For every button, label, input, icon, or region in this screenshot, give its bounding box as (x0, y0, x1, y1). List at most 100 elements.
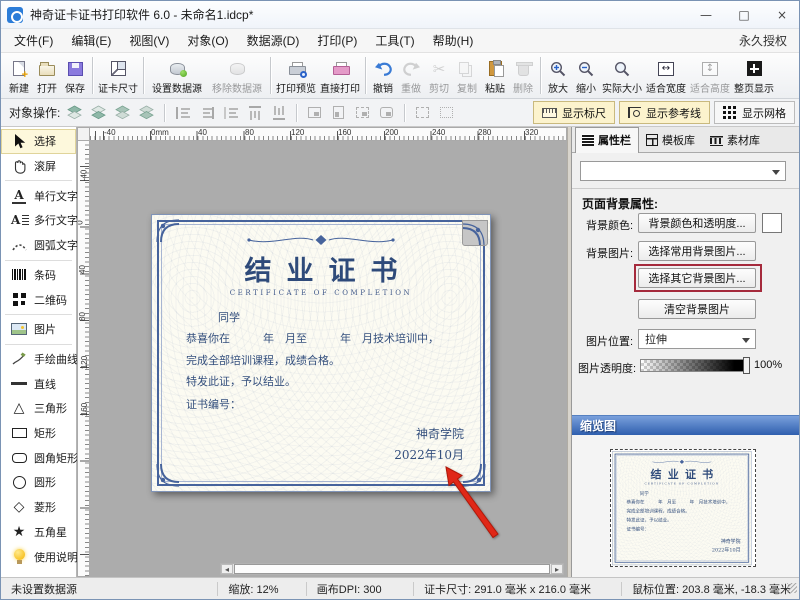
open-button[interactable]: 打开 (33, 53, 61, 98)
menu-file[interactable]: 文件(F) (5, 29, 62, 52)
window-title: 神奇证卡证书打印软件 6.0 - 未命名1.idcp* (30, 6, 253, 23)
certificate-number-label: 证书编号： (186, 394, 470, 415)
card-size-button[interactable]: 证卡尺寸 (96, 53, 140, 98)
tool-multi-line-text[interactable]: A多行文字 (1, 208, 76, 233)
template-icon (646, 134, 658, 146)
menu-edit[interactable]: 编辑(E) (62, 29, 120, 52)
tab-template-library[interactable]: 模板库 (639, 127, 703, 152)
scroll-left-icon[interactable]: ◂ (221, 564, 233, 574)
menu-print[interactable]: 打印(P) (308, 29, 366, 52)
tool-freehand-curve[interactable]: 手绘曲线 (1, 347, 76, 372)
thumbnail-area: 结业证书 CERTIFICATE OF COMPLETION 同学 恭喜你在 年… (572, 435, 800, 577)
set-datasource-button[interactable]: 设置数据源 (147, 53, 207, 98)
tool-palette: 选择 滚屏 A单行文字 A多行文字 圆弧文字 条码 二维码 图片 手绘曲线 直线… (1, 127, 77, 577)
cut-button: ✂剪切 (425, 53, 453, 98)
menu-datasource[interactable]: 数据源(D) (238, 29, 309, 52)
menu-help[interactable]: 帮助(H) (424, 29, 483, 52)
lightbulb-icon (9, 549, 29, 564)
zoom-out-icon (578, 60, 594, 78)
bg-color-button[interactable]: 背景颜色和透明度... (638, 213, 756, 233)
toolbar-separator (365, 57, 366, 94)
tool-diamond[interactable]: ◇菱形 (1, 495, 76, 520)
tool-select[interactable]: 选择 (1, 129, 76, 154)
tool-barcode[interactable]: 条码 (1, 262, 76, 287)
new-button[interactable]: 新建 (5, 53, 33, 98)
design-canvas[interactable]: 结业证书 CERTIFICATE OF COMPLETION 同学 恭喜你在 年… (90, 141, 567, 577)
actual-size-icon (614, 60, 630, 78)
tool-star[interactable]: ★五角星 (1, 519, 76, 544)
opacity-slider[interactable] (640, 359, 748, 372)
grid-icon (723, 106, 726, 109)
tool-pan[interactable]: 滚屏 (1, 154, 76, 179)
horizontal-scrollbar[interactable]: ◂ ▸ (220, 563, 564, 575)
rounded-rectangle-icon (9, 453, 29, 463)
direct-print-button[interactable]: 直接打印 (318, 53, 362, 98)
zoom-out-button[interactable]: 缩小 (572, 53, 600, 98)
tool-qrcode[interactable]: 二维码 (1, 287, 76, 312)
resize-grip[interactable] (787, 583, 797, 593)
tool-rounded-rectangle[interactable]: 圆角矩形 (1, 445, 76, 470)
triangle-icon: △ (9, 401, 29, 415)
menu-tools[interactable]: 工具(T) (366, 29, 423, 52)
maximize-button[interactable]: □ (725, 1, 763, 29)
close-button[interactable]: × (763, 1, 800, 29)
scrollbar-thumb[interactable] (234, 564, 550, 574)
tool-triangle[interactable]: △三角形 (1, 396, 76, 421)
opacity-value: 100% (754, 359, 782, 371)
certificate-page[interactable]: 结业证书 CERTIFICATE OF COMPLETION 同学 恭喜你在 年… (151, 214, 491, 492)
fit-height-button: ↕适合高度 (688, 53, 732, 98)
save-button[interactable]: 保存 (61, 53, 89, 98)
menu-object[interactable]: 对象(O) (178, 29, 237, 52)
full-page-button[interactable]: 整页显示 (732, 53, 776, 98)
bg-color-swatch[interactable] (762, 213, 782, 233)
thumbnail-certificate: 结业证书 CERTIFICATE OF COMPLETION 同学 恭喜你在 年… (612, 451, 751, 565)
rectangle-icon (9, 428, 29, 438)
thumbnail-header: 缩览图 (572, 415, 800, 435)
undo-button[interactable]: 撤销 (369, 53, 397, 98)
bring-front-icon (65, 104, 84, 122)
tool-line[interactable]: 直线 (1, 371, 76, 396)
bg-clear-button[interactable]: 清空背景图片 (638, 299, 756, 319)
show-ruler-toggle[interactable]: 显示标尺 (533, 101, 615, 124)
database-remove-icon (230, 60, 245, 78)
certificate-line: 完成全部培训课程，成绩合格。 (186, 350, 470, 371)
toolbar-separator (296, 104, 297, 122)
tool-image[interactable]: 图片 (1, 317, 76, 342)
object-selector-dropdown[interactable] (580, 161, 786, 181)
tab-material-library[interactable]: 素材库 (703, 127, 768, 152)
scissors-icon: ✂ (433, 60, 446, 78)
page-thumbnail[interactable]: 结业证书 CERTIFICATE OF COMPLETION 同学 恭喜你在 年… (610, 449, 756, 567)
zoom-in-button[interactable]: 放大 (544, 53, 572, 98)
toolbar-separator (270, 57, 271, 94)
database-icon (170, 60, 185, 78)
show-grid-toggle[interactable]: 显示网格 (714, 101, 795, 124)
bg-other-image-button[interactable]: 选择其它背景图片... (638, 268, 756, 288)
minimize-button[interactable]: — (687, 1, 725, 29)
zoom-in-icon (550, 60, 566, 78)
menu-view[interactable]: 视图(V) (120, 29, 178, 52)
line-icon (9, 382, 29, 385)
actual-size-button[interactable]: 实际大小 (600, 53, 644, 98)
print-preview-button[interactable]: 打印预览 (274, 53, 318, 98)
image-position-dropdown[interactable]: 拉伸 (638, 329, 756, 349)
tool-rectangle[interactable]: 矩形 (1, 421, 76, 446)
toolbar-separator (164, 104, 165, 122)
section-title: 页面背景属性: (582, 195, 658, 212)
app-icon (7, 7, 23, 23)
tool-arc-text[interactable]: 圆弧文字 (1, 233, 76, 258)
diamond-icon: ◇ (9, 500, 29, 514)
main-toolbar: 新建 打开 保存 证卡尺寸 设置数据源 移除数据源 打印预览 直接打印 撤销 重… (1, 53, 800, 99)
redo-arrow-icon (402, 60, 421, 78)
show-guides-toggle[interactable]: 显示参考线 (619, 101, 710, 124)
scroll-right-icon[interactable]: ▸ (551, 564, 563, 574)
ruler-corner (77, 127, 90, 141)
slider-handle[interactable] (743, 357, 750, 374)
bg-common-image-button[interactable]: 选择常用背景图片... (638, 241, 756, 261)
window-controls: — □ × (687, 1, 800, 29)
tool-circle[interactable]: 圆形 (1, 470, 76, 495)
tool-single-line-text[interactable]: A单行文字 (1, 183, 76, 208)
usage-help-button[interactable]: 使用说明 (1, 544, 76, 569)
paste-button[interactable]: 粘贴 (481, 53, 509, 98)
fit-width-button[interactable]: ↔适合宽度 (644, 53, 688, 98)
tab-properties[interactable]: 属性栏 (575, 127, 639, 153)
